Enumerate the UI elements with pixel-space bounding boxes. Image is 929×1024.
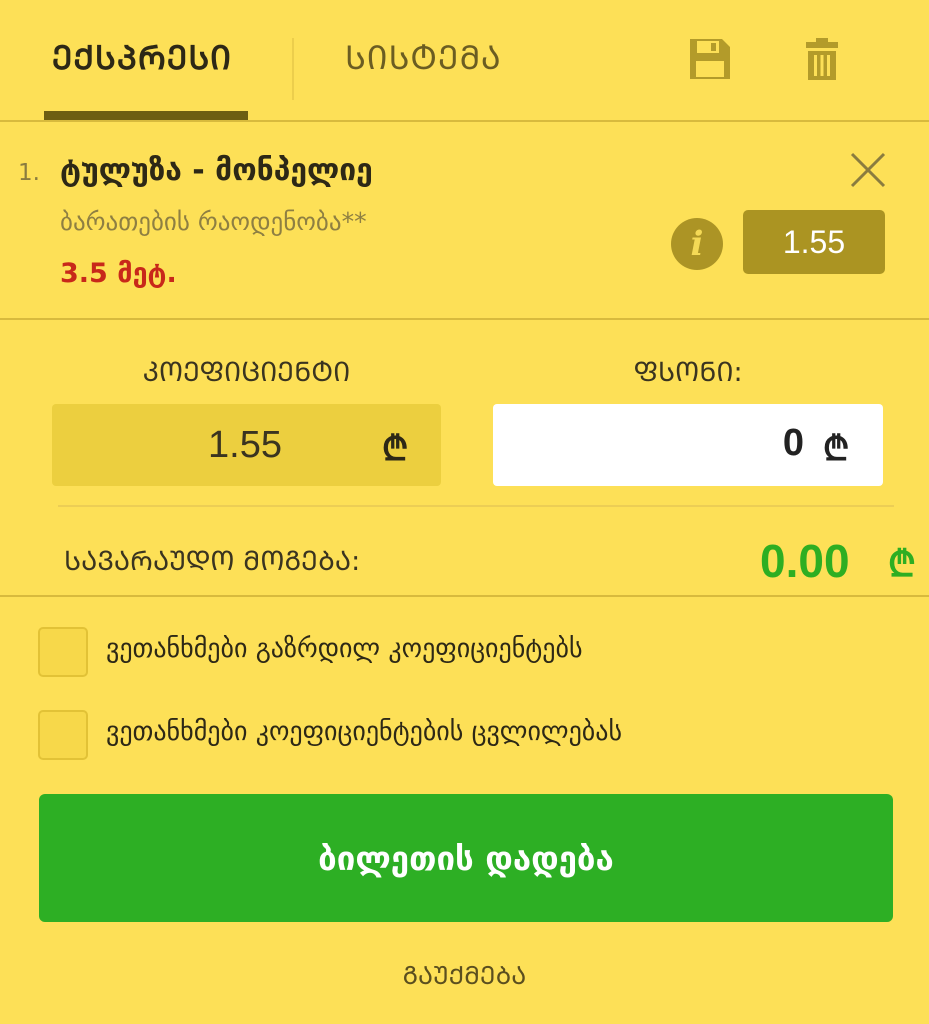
bet-type-tabs: ᲔᲥᲡᲞᲠᲔᲡᲘ ᲡᲘᲡᲢᲔᲛᲐ <box>0 0 929 122</box>
selection-outcome: 3.5 მეტ. <box>60 258 177 289</box>
cancel-button[interactable]: ᲒᲐᲣᲥᲛᲔᲑᲐ <box>0 958 929 992</box>
tab-divider <box>292 38 294 100</box>
save-icon[interactable] <box>687 36 733 82</box>
lari-currency-icon: ₾ <box>823 429 850 469</box>
section-divider <box>58 505 894 507</box>
accept-increased-odds-label[interactable]: ვეთანხმები გაზრდილ კოეფიციენტებს <box>106 634 583 664</box>
accept-increased-odds-checkbox[interactable] <box>38 627 88 677</box>
info-icon[interactable]: i <box>671 218 723 270</box>
match-name: ტულუზა - მონპელიე <box>60 153 373 188</box>
potential-win-label: ᲡᲐᲕᲐᲠᲐᲣᲓᲝ ᲛᲝᲒᲔᲑᲐ: <box>64 546 361 577</box>
selection-number: 1. <box>18 160 40 186</box>
selection-odds-badge: 1.55 <box>743 210 885 274</box>
tab-system[interactable]: ᲡᲘᲡᲢᲔᲛᲐ <box>345 34 502 79</box>
market-name: ბარათების რაოდენობა** <box>60 207 367 236</box>
trash-icon[interactable] <box>799 36 845 82</box>
accept-odds-change-label[interactable]: ვეთანხმები კოეფიციენტების ცვლილებას <box>106 717 622 747</box>
place-bet-button[interactable]: ბილეთის დადება <box>39 794 893 922</box>
accept-odds-change-checkbox[interactable] <box>38 710 88 760</box>
section-divider <box>0 595 929 597</box>
tab-express[interactable]: ᲔᲥᲡᲞᲠᲔᲡᲘ <box>52 34 232 79</box>
lari-currency-icon: ₾ <box>382 429 409 469</box>
stake-label: ᲤᲡᲝᲜᲘ: <box>633 357 743 388</box>
total-coefficient-value: 1.55 <box>208 424 282 466</box>
section-divider <box>0 318 929 320</box>
potential-win-value: 0.00 <box>760 535 850 587</box>
lari-currency-icon: ₾ <box>888 544 916 585</box>
stake-input-value[interactable]: 0 <box>783 422 804 465</box>
coefficient-label: ᲙᲝᲔᲤᲘᲪᲘᲔᲜᲢᲘ <box>142 357 351 388</box>
header-divider <box>0 120 929 122</box>
close-icon[interactable] <box>846 148 890 192</box>
